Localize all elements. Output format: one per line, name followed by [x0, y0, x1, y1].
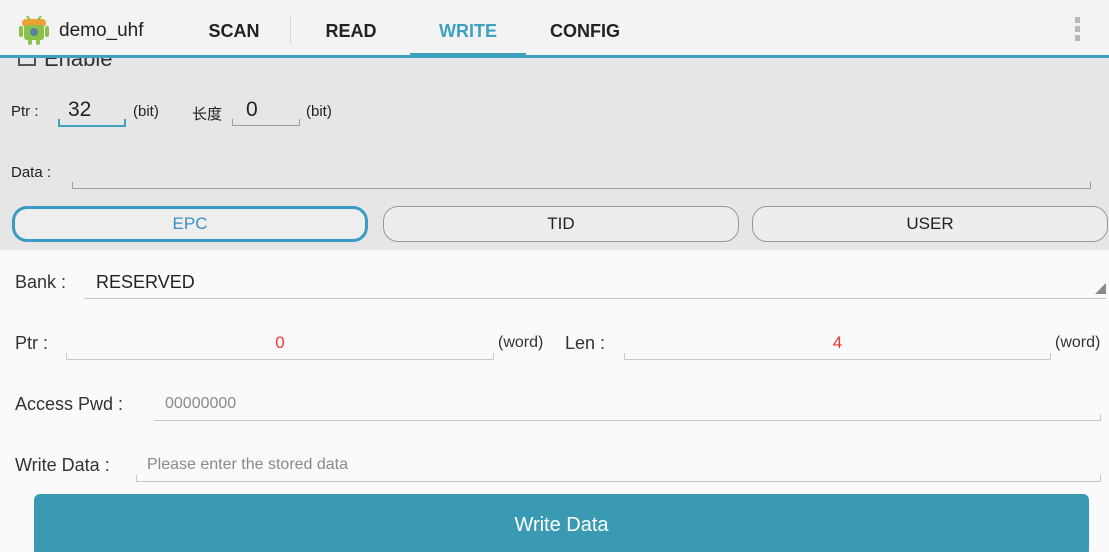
- filter-ptr-input[interactable]: 32: [68, 98, 91, 122]
- filter-panel: Enable Ptr : 32 (bit) 长度 0 (bit) Data : …: [0, 58, 1109, 250]
- ptr-input[interactable]: 0: [66, 333, 494, 353]
- filter-ptr-underline: [58, 125, 126, 127]
- tick: [58, 119, 60, 126]
- tab-read[interactable]: READ: [295, 0, 407, 55]
- filter-length-input[interactable]: 0: [246, 98, 258, 122]
- tick: [1100, 414, 1101, 421]
- write-data-button[interactable]: Write Data: [34, 494, 1089, 552]
- dropdown-arrow-icon[interactable]: [1095, 283, 1106, 294]
- user-button[interactable]: USER: [752, 206, 1108, 242]
- tick: [232, 119, 233, 126]
- filter-ptr-unit: (bit): [133, 103, 159, 120]
- tick: [124, 119, 126, 126]
- write-data-input[interactable]: Please enter the stored data: [147, 456, 348, 474]
- bank-spinner[interactable]: RESERVED: [96, 272, 195, 293]
- epc-button[interactable]: EPC: [12, 206, 368, 242]
- tid-button[interactable]: TID: [383, 206, 739, 242]
- filter-length-underline: [232, 125, 300, 126]
- write-data-label: Write Data :: [15, 455, 110, 475]
- filter-data-input[interactable]: [72, 188, 1091, 189]
- android-icon: [19, 15, 49, 45]
- access-pwd-label: Access Pwd :: [15, 394, 124, 414]
- ptr-underline: [66, 359, 494, 360]
- enable-label: Enable: [44, 58, 113, 71]
- ptr-unit: (word): [498, 334, 544, 351]
- access-pwd-input[interactable]: 00000000: [165, 395, 236, 413]
- tab-config[interactable]: CONFIG: [530, 0, 640, 55]
- tick: [624, 353, 625, 360]
- ptr-label: Ptr :: [15, 333, 49, 353]
- tick: [136, 475, 137, 482]
- tab-scan[interactable]: SCAN: [180, 0, 288, 55]
- tick: [1100, 475, 1101, 482]
- filter-length-label: 长度: [192, 106, 223, 123]
- filter-ptr-label: Ptr :: [11, 103, 39, 120]
- app-title: demo_uhf: [59, 20, 144, 41]
- tick: [1090, 182, 1091, 189]
- action-bar: demo_uhf SCAN READ WRITE CONFIG: [0, 0, 1109, 58]
- tab-write[interactable]: WRITE: [410, 0, 526, 58]
- filter-length-unit: (bit): [306, 103, 332, 120]
- checkbox-box[interactable]: [18, 58, 36, 66]
- overflow-menu-icon[interactable]: [1071, 17, 1083, 47]
- len-input[interactable]: 4: [624, 333, 1051, 353]
- bank-spinner-underline: [84, 298, 1106, 299]
- tick: [493, 353, 494, 360]
- bank-label: Bank :: [15, 272, 67, 292]
- tab-divider: [290, 16, 291, 44]
- len-label: Len :: [565, 333, 606, 353]
- tick: [299, 119, 300, 126]
- len-underline: [624, 359, 1051, 360]
- len-unit: (word): [1055, 334, 1101, 351]
- tick: [72, 182, 73, 189]
- access-pwd-underline: [154, 420, 1101, 421]
- write-data-underline: [136, 481, 1101, 482]
- tick: [1050, 353, 1051, 360]
- tick: [66, 353, 67, 360]
- filter-data-label: Data :: [11, 164, 52, 181]
